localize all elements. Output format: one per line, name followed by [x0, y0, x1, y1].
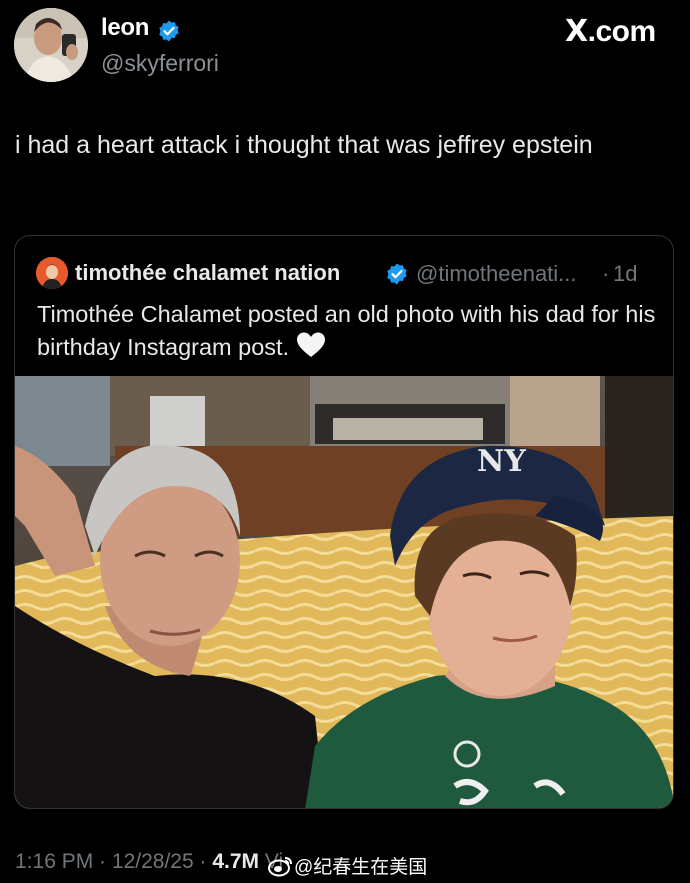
author-handle[interactable]: @skyferrori	[101, 50, 219, 77]
view-count: 4.7M	[212, 850, 259, 873]
meta-separator: ·	[93, 850, 112, 873]
quote-text-content: Timothée Chalamet posted an old photo wi…	[37, 301, 656, 360]
quote-author-name[interactable]: timothée chalamet nation	[75, 260, 340, 286]
author-name[interactable]: leon	[101, 14, 149, 42]
svg-text:NY: NY	[477, 444, 526, 479]
verified-badge-icon	[385, 262, 409, 286]
quote-timestamp[interactable]: 1d	[613, 261, 637, 287]
separator-dot: ·	[602, 261, 610, 286]
x-logo-icon: X	[565, 14, 588, 49]
verified-badge-icon	[157, 19, 181, 43]
tweet-text: i had a heart attack i thought that was …	[15, 131, 593, 159]
quoted-photo[interactable]: NY	[15, 376, 673, 808]
site-label: .com	[587, 15, 657, 48]
meta-separator: ·	[193, 850, 213, 873]
quote-author-handle[interactable]: @timotheenati...	[416, 261, 577, 287]
weibo-logo-icon	[268, 855, 294, 877]
tweet-date[interactable]: 12/28/25	[112, 850, 194, 873]
author-avatar[interactable]	[14, 8, 88, 82]
watermark-text: @纪春生在美国	[294, 857, 428, 878]
weibo-watermark: @纪春生在美国	[268, 852, 427, 879]
quoted-tweet-card[interactable]: timothée chalamet nation @timotheenati..…	[14, 235, 674, 809]
white-heart-icon	[296, 331, 326, 359]
quote-text: Timothée Chalamet posted an old photo wi…	[37, 298, 657, 364]
tweet-time[interactable]: 1:16 PM	[15, 850, 93, 873]
site-logo: X.com	[565, 14, 656, 49]
tweet-meta: 1:16 PM · 12/28/25 · 4.7M Vi	[15, 850, 283, 874]
quote-author-avatar[interactable]	[36, 257, 68, 289]
